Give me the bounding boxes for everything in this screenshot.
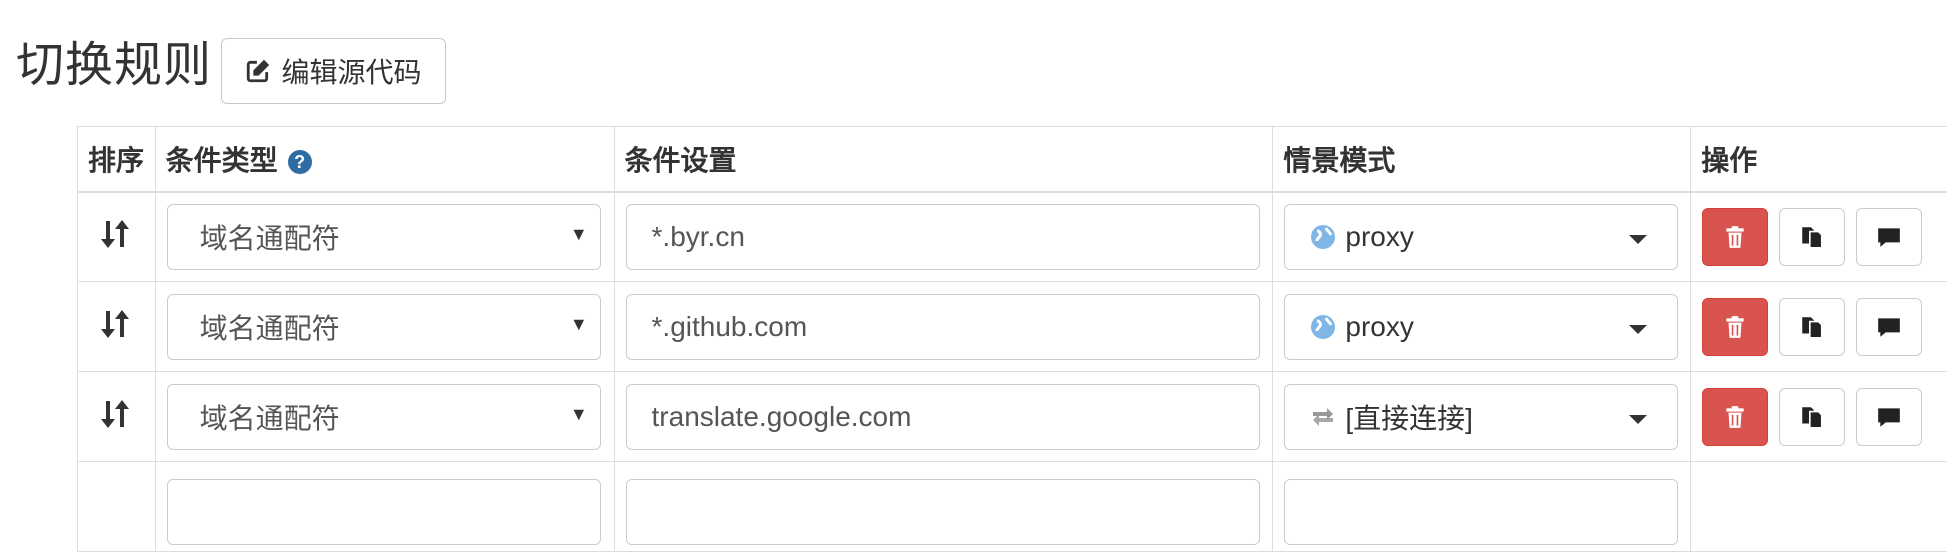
switch-rules-table: 排序 条件类型? 条件设置 情景模式 操作 域名通配符▼ *.byr.	[77, 126, 1947, 486]
condition-type-select[interactable]	[167, 479, 601, 545]
comment-rule-button[interactable]	[1856, 298, 1922, 356]
chevron-down-icon: ▼	[570, 224, 588, 245]
sort-handle[interactable]	[78, 282, 156, 372]
sort-arrows-icon	[100, 307, 132, 341]
condition-setting-input[interactable]: translate.google.com	[626, 384, 1260, 450]
edit-source-button[interactable]: 编辑源代码	[221, 38, 446, 104]
globe-icon	[1309, 223, 1337, 251]
comment-icon	[1876, 404, 1902, 430]
copy-icon	[1799, 224, 1825, 250]
condition-type-select[interactable]: 域名通配符▼	[167, 384, 601, 450]
table-row: 域名通配符▼ translate.google.com [直接连接]	[78, 372, 1947, 462]
sort-handle[interactable]	[78, 372, 156, 462]
trash-icon	[1722, 404, 1748, 430]
edit-source-label: 编辑源代码	[281, 51, 421, 91]
table-header-row: 排序 条件类型? 条件设置 情景模式 操作	[78, 127, 1947, 192]
table-row: 域名通配符▼ *.byr.cn proxy	[78, 192, 1947, 282]
condition-type-select[interactable]: 域名通配符▼	[167, 204, 601, 270]
duplicate-rule-button[interactable]	[1779, 298, 1845, 356]
sort-handle[interactable]	[78, 192, 156, 282]
sort-arrows-icon	[100, 217, 132, 251]
sort-arrows-icon	[100, 397, 132, 431]
page-title: 切换规则	[16, 36, 212, 96]
trash-icon	[1722, 224, 1748, 250]
column-header-condition-type: 条件类型?	[155, 127, 614, 192]
caret-down-icon	[1629, 325, 1647, 334]
duplicate-rule-button[interactable]	[1779, 208, 1845, 266]
profile-select[interactable]	[1284, 479, 1678, 545]
profile-select[interactable]: [直接连接]	[1284, 384, 1678, 450]
table-row	[78, 462, 1947, 552]
column-header-actions: 操作	[1691, 127, 1947, 192]
copy-icon	[1799, 314, 1825, 340]
table-row: 域名通配符▼ *.github.com proxy	[78, 282, 1947, 372]
duplicate-rule-button[interactable]	[1779, 388, 1845, 446]
chevron-down-icon: ▼	[570, 314, 588, 335]
caret-down-icon	[1629, 235, 1647, 244]
condition-setting-input[interactable]: *.byr.cn	[626, 204, 1260, 270]
chevron-down-icon: ▼	[570, 404, 588, 425]
copy-icon	[1799, 404, 1825, 430]
delete-rule-button[interactable]	[1702, 208, 1768, 266]
profile-select[interactable]: proxy	[1284, 294, 1678, 360]
delete-rule-button[interactable]	[1702, 298, 1768, 356]
edit-icon	[245, 58, 271, 84]
globe-icon	[1309, 313, 1337, 341]
column-header-sort: 排序	[78, 127, 156, 192]
comment-rule-button[interactable]	[1856, 388, 1922, 446]
caret-down-icon	[1629, 415, 1647, 424]
help-icon[interactable]: ?	[288, 150, 312, 174]
condition-type-select[interactable]: 域名通配符▼	[167, 294, 601, 360]
column-header-condition-setting: 条件设置	[614, 127, 1273, 192]
column-header-profile: 情景模式	[1273, 127, 1691, 192]
comment-icon	[1876, 224, 1902, 250]
condition-setting-input[interactable]	[626, 479, 1260, 545]
comment-icon	[1876, 314, 1902, 340]
comment-rule-button[interactable]	[1856, 208, 1922, 266]
transfer-icon	[1309, 403, 1337, 431]
delete-rule-button[interactable]	[1702, 388, 1768, 446]
profile-select[interactable]: proxy	[1284, 204, 1678, 270]
trash-icon	[1722, 314, 1748, 340]
condition-setting-input[interactable]: *.github.com	[626, 294, 1260, 360]
